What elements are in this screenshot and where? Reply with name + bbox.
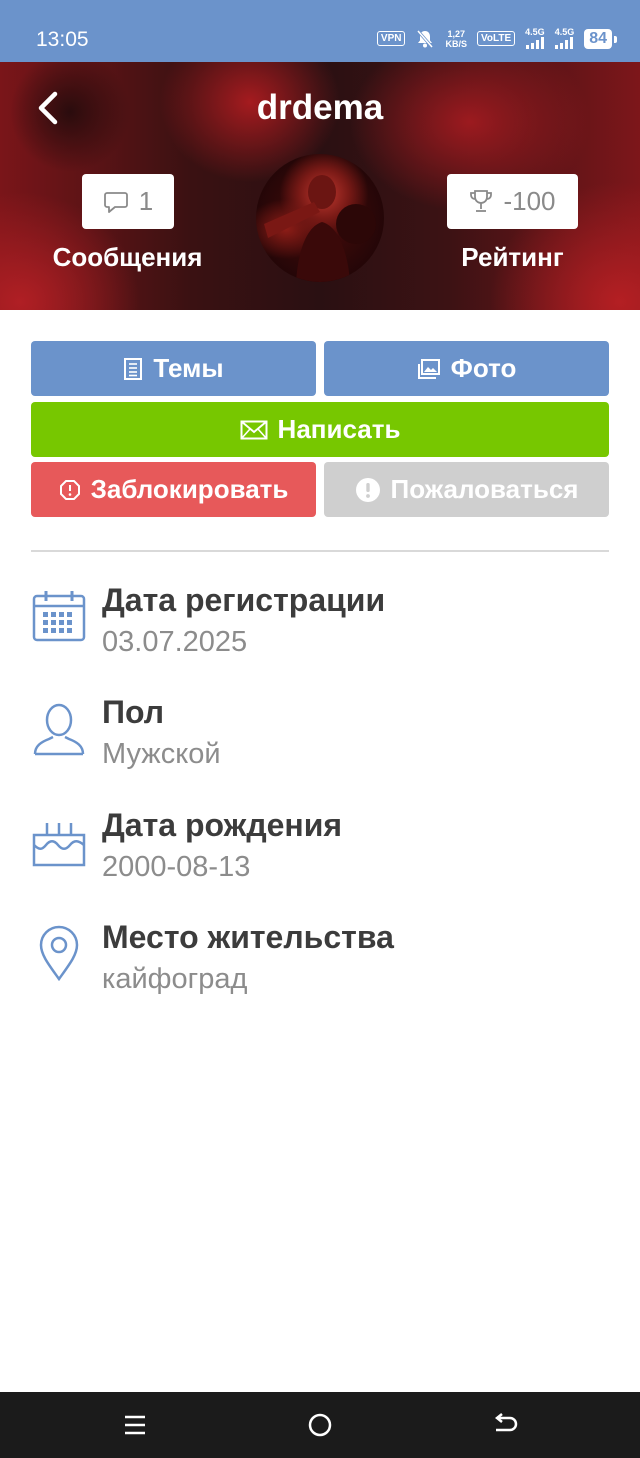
- info-birth-date: Дата рождения 2000-08-13: [31, 807, 609, 897]
- write-message-button[interactable]: Написать: [31, 402, 609, 457]
- vpn-icon: VPN: [376, 31, 406, 46]
- comment-icon: [103, 191, 128, 213]
- muted-bell-icon: [417, 29, 434, 48]
- messages-count: 1: [138, 186, 154, 216]
- photo-button[interactable]: Фото: [324, 341, 609, 396]
- info-title: Дата рождения: [102, 807, 343, 843]
- signal-1-icon: 4.5G: [525, 28, 545, 49]
- network-speed: 1,27 KB/S: [445, 28, 467, 49]
- system-nav-bar: [0, 1392, 640, 1458]
- info-title: Пол: [102, 694, 165, 730]
- profile-username: drdema: [256, 88, 384, 127]
- info-value: кайфоград: [102, 963, 248, 995]
- report-user-label: Пожаловаться: [390, 474, 579, 504]
- rating-value: -100: [503, 186, 556, 216]
- info-residence: Место жительства кайфоград: [31, 919, 609, 1009]
- trophy-icon: [470, 189, 493, 212]
- messages-count-badge[interactable]: 1: [82, 174, 174, 229]
- back-icon[interactable]: [490, 1410, 520, 1440]
- calendar-icon: [32, 591, 86, 642]
- cake-icon: [32, 823, 86, 867]
- status-icons: VPN 1,27 KB/S VoLTE 4.5G 4.5G 84: [376, 28, 617, 49]
- write-message-label: Написать: [277, 414, 401, 444]
- info-value: 03.07.2025: [102, 626, 248, 658]
- location-pin-icon: [39, 925, 79, 981]
- volte-icon: VoLTE: [476, 31, 516, 46]
- messages-label: Сообщения: [52, 242, 203, 272]
- avatar[interactable]: [256, 154, 384, 282]
- rating-label: Рейтинг: [461, 242, 564, 272]
- photo-label: Фото: [450, 353, 517, 383]
- avatar-image: [264, 175, 376, 282]
- info-gender: Пол Мужской: [31, 694, 609, 784]
- topics-label: Темы: [153, 353, 224, 383]
- envelope-icon: [240, 420, 268, 439]
- menu-icon[interactable]: [120, 1410, 150, 1440]
- person-icon: [33, 703, 85, 756]
- report-user-button[interactable]: Пожаловаться: [324, 462, 609, 517]
- divider: [31, 550, 609, 552]
- battery-icon: 84: [584, 28, 617, 49]
- exclamation-circle-icon: [355, 477, 380, 502]
- profile-header: drdema 1 Сообщения -100 Рейтинг: [0, 62, 640, 310]
- topics-button[interactable]: Темы: [31, 341, 316, 396]
- document-list-icon: [124, 357, 143, 380]
- home-icon[interactable]: [305, 1410, 335, 1440]
- info-title: Дата регистрации: [102, 582, 386, 618]
- info-value: 2000-08-13: [102, 851, 251, 883]
- info-title: Место жительства: [102, 919, 394, 955]
- block-user-button[interactable]: Заблокировать: [31, 462, 316, 517]
- rating-badge[interactable]: -100: [447, 174, 578, 229]
- block-user-label: Заблокировать: [90, 474, 289, 504]
- block-octagon-icon: [59, 479, 80, 500]
- photo-gallery-icon: [417, 358, 440, 379]
- status-time: 13:05: [36, 28, 89, 51]
- info-value: Мужской: [102, 738, 221, 770]
- signal-2-icon: 4.5G: [555, 28, 574, 49]
- info-registration-date: Дата регистрации 03.07.2025: [31, 582, 609, 672]
- status-bar: 13:05 VPN 1,27 KB/S VoLTE 4.5G 4.5G 84: [0, 0, 640, 62]
